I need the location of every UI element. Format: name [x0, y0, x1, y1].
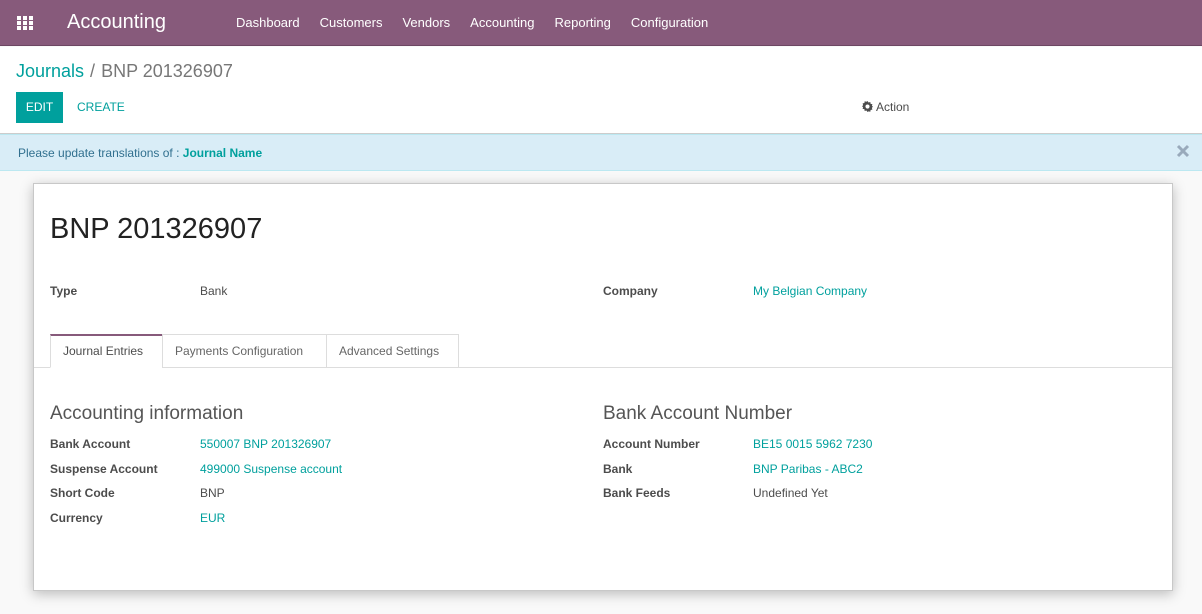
currency-value[interactable]: EUR	[200, 511, 225, 525]
account-number-label: Account Number	[603, 437, 700, 451]
company-value[interactable]: My Belgian Company	[753, 284, 867, 298]
create-button[interactable]: CREATE	[77, 92, 125, 123]
edit-button[interactable]: EDIT	[16, 92, 63, 123]
menu-vendors[interactable]: Vendors	[392, 0, 460, 46]
alert-text: Please update translations of :	[18, 146, 180, 160]
bank-label: Bank	[603, 462, 633, 476]
tab-payments-configuration[interactable]: Payments Configuration	[162, 334, 327, 368]
account-number-value[interactable]: BE15 0015 5962 7230	[753, 437, 872, 451]
bank-feeds-value: Undefined Yet	[753, 486, 828, 500]
accounting-info-heading: Accounting information	[50, 403, 244, 424]
suspense-account-value[interactable]: 499000 Suspense account	[200, 462, 342, 476]
apps-grid-icon[interactable]	[17, 16, 33, 30]
main-menu: Dashboard Customers Vendors Accounting R…	[226, 0, 718, 46]
menu-customers[interactable]: Customers	[310, 0, 393, 46]
suspense-account-label: Suspense Account	[50, 462, 158, 476]
alert-message: Please update translations of : Journal …	[18, 146, 262, 160]
currency-label: Currency	[50, 511, 103, 525]
control-panel: Journals / BNP 201326907 EDIT CREATE Actio…	[0, 47, 1202, 134]
short-code-value: BNP	[200, 486, 225, 500]
menu-reporting[interactable]: Reporting	[545, 0, 621, 46]
top-navbar: Accounting Dashboard Customers Vendors A…	[0, 0, 1202, 46]
company-label: Company	[603, 284, 658, 298]
record-title: BNP 201326907	[50, 213, 263, 245]
action-label: Action	[876, 100, 910, 114]
alert-journal-name-link[interactable]: Journal Name	[183, 146, 262, 160]
bank-account-value[interactable]: 550007 BNP 201326907	[200, 437, 331, 451]
bank-account-number-heading: Bank Account Number	[603, 403, 793, 424]
close-icon[interactable]	[1176, 144, 1190, 162]
menu-configuration[interactable]: Configuration	[621, 0, 718, 46]
breadcrumb-current: BNP 201326907	[101, 61, 233, 81]
breadcrumb-separator: /	[90, 61, 96, 81]
form-sheet: BNP 201326907 Type Bank Company My Belgi…	[33, 183, 1173, 591]
breadcrumb: Journals / BNP 201326907	[16, 61, 233, 82]
type-value: Bank	[200, 284, 228, 298]
type-label: Type	[50, 284, 78, 298]
action-dropdown[interactable]: Action	[862, 92, 909, 123]
app-title: Accounting	[67, 11, 166, 33]
bank-value[interactable]: BNP Paribas - ABC2	[753, 462, 863, 476]
bank-feeds-label: Bank Feeds	[603, 486, 671, 500]
menu-dashboard[interactable]: Dashboard	[226, 0, 310, 46]
breadcrumb-journals[interactable]: Journals	[16, 61, 84, 81]
menu-accounting[interactable]: Accounting	[460, 0, 544, 46]
gear-icon	[862, 101, 873, 112]
tab-advanced-settings[interactable]: Advanced Settings	[326, 334, 459, 368]
tab-journal-entries[interactable]: Journal Entries	[50, 334, 163, 368]
short-code-label: Short Code	[50, 486, 115, 500]
translation-alert: Please update translations of : Journal …	[0, 134, 1202, 171]
bank-account-label: Bank Account	[50, 437, 131, 451]
